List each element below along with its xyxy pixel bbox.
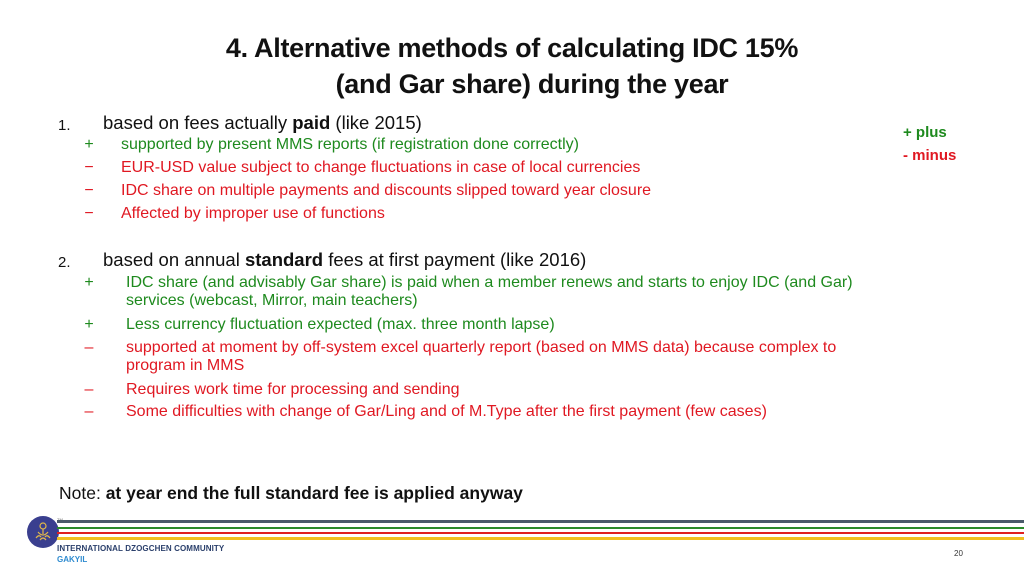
plus-minus-legend: + plus - minus	[903, 121, 956, 167]
heading-text-before: based on fees actually	[103, 112, 293, 133]
item-text: Affected by improper use of functions	[121, 205, 385, 222]
item-text-line-1: IDC share (and advisably Gar share) is p…	[126, 274, 853, 291]
title-line-1: 4. Alternative methods of calculating ID…	[225, 33, 799, 63]
page-number: 20	[954, 549, 963, 558]
item-text: IDC share (and advisably Gar share) is p…	[126, 274, 853, 310]
item-text: Less currency fluctuation expected (max.…	[126, 316, 555, 333]
section-text: based on annual standard fees at first p…	[103, 248, 586, 272]
organization-name: INTERNATIONAL DZOGCHEN COMMUNITY	[57, 544, 225, 553]
item-text: supported at moment by off-system excel …	[126, 339, 836, 375]
section-number: 1.	[58, 117, 71, 134]
heading-text-after: (like 2015)	[330, 112, 422, 133]
minus-icon: –	[84, 339, 94, 356]
minus-icon: −	[84, 205, 94, 222]
minus-icon: −	[84, 159, 94, 176]
minus-icon: −	[84, 182, 94, 199]
community-logo-icon	[27, 516, 59, 548]
item-text: IDC share on multiple payments and disco…	[121, 182, 652, 199]
heading-text-bold: standard	[244, 249, 324, 270]
slide-title: 4. Alternative methods of calculating ID…	[0, 30, 1024, 102]
item-text: supported by present MMS reports (if reg…	[121, 136, 579, 153]
plus-icon: +	[84, 274, 94, 291]
note-label: Note:	[59, 483, 106, 503]
item-text: Some difficulties with change of Gar/Lin…	[126, 403, 767, 420]
item-text-line-2: program in MMS	[126, 357, 245, 374]
heading-text-after: fees at first payment (like 2016)	[323, 249, 587, 270]
organization-subtitle: GAKYIL	[57, 555, 88, 564]
footer-stripe-yellow	[57, 537, 1024, 540]
footer-stripe-slate	[57, 520, 1024, 523]
note: Note: at year end the full standard fee …	[59, 483, 523, 504]
legend-plus: + plus	[903, 124, 947, 141]
minus-icon: –	[84, 381, 94, 398]
footer-stripe-green	[57, 527, 1024, 529]
item-text-line-2: services (webcast, Mirror, main teachers…	[126, 292, 418, 309]
section-text: based on fees actually paid (like 2015)	[103, 111, 422, 135]
item-text: Requires work time for processing and se…	[126, 381, 460, 398]
heading-text-bold: paid	[292, 112, 331, 133]
item-text-line-1: supported at moment by off-system excel …	[126, 339, 837, 356]
footer-stripe-red	[57, 532, 1024, 534]
legend-minus: - minus	[903, 147, 957, 164]
item-text: EUR-USD value subject to change fluctuat…	[121, 159, 641, 176]
title-line-2: (and Gar share) during the year	[335, 69, 729, 99]
heading-text-before: based on annual	[103, 249, 245, 270]
minus-icon: –	[84, 403, 94, 420]
section-number: 2.	[58, 254, 71, 271]
plus-icon: +	[84, 136, 94, 153]
plus-icon: +	[84, 316, 94, 333]
note-text: at year end the full standard fee is app…	[105, 483, 523, 503]
